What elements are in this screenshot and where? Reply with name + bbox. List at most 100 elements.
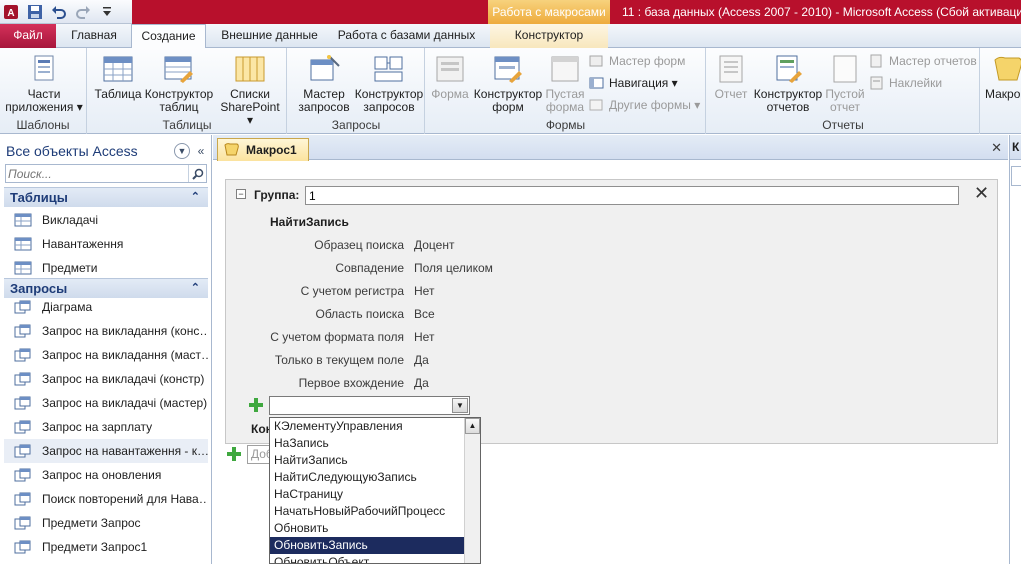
application-parts-button[interactable]: Части приложения ▾ <box>4 54 84 114</box>
navigation-button[interactable]: Навигация ▾ <box>589 73 678 93</box>
nav-item-table[interactable]: Предмети <box>4 256 208 280</box>
tab-macro-designer[interactable]: Конструктор <box>490 24 608 48</box>
table-button[interactable]: Таблица <box>94 54 142 101</box>
collapse-section-icon[interactable]: ⌃ <box>191 188 200 207</box>
macro-button[interactable]: Макро <box>985 54 1021 101</box>
nav-item-label: Запрос на викладачі (мастер) <box>42 396 208 410</box>
nav-item-label: Запрос на навантаження - к… <box>42 444 208 458</box>
tab-macro1-label: Макрос1 <box>246 143 297 157</box>
blank-form-button[interactable]: Пустая форма <box>544 54 586 114</box>
table-design-button[interactable]: Конструктор таблиц <box>144 54 214 114</box>
labels-button[interactable]: Наклейки <box>869 73 942 93</box>
nav-title[interactable]: Все объекты Access <box>4 143 174 159</box>
table-label: Таблица <box>94 87 142 101</box>
tab-external-data[interactable]: Внешние данные <box>212 24 327 48</box>
report-wizard-button[interactable]: Мастер отчетов <box>869 51 977 71</box>
argument-value[interactable]: Все <box>414 307 435 321</box>
report-label: Отчет <box>714 87 748 101</box>
nav-item-query[interactable]: Поиск повторений для Нава… <box>4 487 208 511</box>
report-button[interactable]: Отчет <box>711 54 751 101</box>
save-icon[interactable] <box>26 3 44 21</box>
form-button[interactable]: Форма <box>430 54 470 101</box>
nav-menu-chevron-icon[interactable]: ▼ <box>174 143 190 159</box>
nav-item-query[interactable]: Предмети Запрос <box>4 511 208 535</box>
nav-item-query[interactable]: Запрос на викладання (конс… <box>4 319 208 343</box>
argument-value[interactable]: Да <box>414 376 429 390</box>
dropdown-option[interactable]: НачатьНовыйРабочийПроцесс <box>270 503 465 520</box>
chevron-down-icon[interactable]: ▼ <box>452 398 468 413</box>
nav-item-query[interactable]: Запрос на навантаження - к… <box>4 439 208 463</box>
form-design-icon <box>491 54 525 84</box>
action-catalog-search-input[interactable] <box>1011 166 1021 186</box>
macro-group-block: − Группа: ✕ НайтиЗапись ▼ Кон Образец по… <box>225 179 998 444</box>
dropdown-scrollbar[interactable]: ▲ <box>464 418 480 563</box>
argument-value[interactable]: Нет <box>414 330 434 344</box>
nav-item-query[interactable]: Запрос на оновления <box>4 463 208 487</box>
nav-item-query[interactable]: Запрос на зарплату <box>4 415 208 439</box>
nav-item-label: Запрос на зарплату <box>42 420 153 434</box>
report-design-label-2: отчетов <box>766 100 810 114</box>
close-document-icon[interactable]: ✕ <box>991 140 1002 156</box>
dropdown-option[interactable]: НайтиЗапись <box>270 452 465 469</box>
action-dropdown-list[interactable]: КЭлементуУправления НаЗапись НайтиЗапись На… <box>269 417 481 564</box>
query-icon <box>14 372 32 386</box>
nav-search-input[interactable] <box>6 165 188 182</box>
ribbon-group-macros: Макро <box>981 48 1021 134</box>
scroll-up-icon[interactable]: ▲ <box>465 418 480 434</box>
argument-value[interactable]: Да <box>414 353 429 367</box>
form-design-button[interactable]: Конструктор форм <box>472 54 544 114</box>
dropdown-option[interactable]: НайтиСледующуюЗапись <box>270 469 465 486</box>
collapse-group-icon[interactable]: − <box>236 189 246 199</box>
query-wizard-button[interactable]: Мастер запросов <box>294 54 354 114</box>
tab-create[interactable]: Создание <box>131 24 206 49</box>
blank-form-label-2: форма <box>545 100 585 114</box>
dropdown-option[interactable]: ОбновитьЗапись <box>270 537 465 554</box>
navigation-icon <box>589 76 605 90</box>
form-label: Форма <box>431 87 469 101</box>
nav-item-query[interactable]: Предмети Запрос1 <box>4 535 208 559</box>
nav-section-tables[interactable]: Таблицы ⌃ <box>4 187 208 207</box>
more-forms-button[interactable]: Другие формы ▾ <box>589 95 700 115</box>
add-new-action-plus-icon <box>227 447 241 464</box>
sharepoint-lists-button[interactable]: Списки SharePoint ▾ <box>216 54 284 127</box>
dropdown-option[interactable]: НаЗапись <box>270 435 465 452</box>
customize-qat-icon[interactable] <box>98 3 116 21</box>
argument-value[interactable]: Поля целиком <box>414 261 493 275</box>
nav-collapse-icon[interactable]: « <box>194 144 208 158</box>
undo-icon[interactable] <box>50 3 68 21</box>
argument-value[interactable]: Доцент <box>414 238 454 252</box>
report-design-button[interactable]: Конструктор отчетов <box>753 54 823 114</box>
table-icon <box>101 54 135 84</box>
nav-item-table[interactable]: Навантаження <box>4 232 208 256</box>
nav-item-label: Діаграма <box>42 300 93 314</box>
ribbon-group-queries: Мастер запросов Конструктор запросов Зап… <box>288 48 425 134</box>
query-icon <box>14 540 32 554</box>
nav-item-query[interactable]: Діаграма <box>4 295 208 319</box>
tab-database-tools[interactable]: Работа с базами данных <box>333 24 480 48</box>
nav-item-query[interactable]: Запрос на викладання (маст… <box>4 343 208 367</box>
argument-value[interactable]: Нет <box>414 284 434 298</box>
tab-file[interactable]: Файл <box>0 24 56 48</box>
access-logo-icon[interactable]: A <box>2 3 20 21</box>
action-catalog-pane: К <box>1009 135 1021 564</box>
tab-macro1[interactable]: Макрос1 <box>217 138 309 161</box>
redo-icon[interactable] <box>74 3 92 21</box>
blank-report-button[interactable]: Пустой отчет <box>823 54 867 114</box>
nav-header[interactable]: Все объекты Access ▼ « <box>4 140 208 162</box>
dropdown-option[interactable]: Обновить <box>270 520 465 537</box>
nav-item-query[interactable]: Запрос на викладачі (мастер) <box>4 391 208 415</box>
nav-item-query[interactable]: Запрос на викладачі (констр) <box>4 367 208 391</box>
form-wizard-button[interactable]: Мастер форм <box>589 51 685 71</box>
ribbon-group-reports: Отчет Конструктор отчетов Пустой отчет М… <box>707 48 980 134</box>
tab-home[interactable]: Главная <box>62 24 126 48</box>
dropdown-option[interactable]: ОбновитьОбъект <box>270 554 465 563</box>
add-action-combobox[interactable]: ▼ <box>269 396 470 415</box>
group-name-field[interactable] <box>305 186 959 205</box>
dropdown-option[interactable]: КЭлементуУправления <box>270 418 465 435</box>
nav-item-table[interactable]: Викладачі <box>4 208 208 232</box>
query-icon <box>14 468 32 482</box>
query-design-button[interactable]: Конструктор запросов <box>354 54 424 114</box>
search-icon[interactable] <box>188 165 206 182</box>
delete-group-icon[interactable]: ✕ <box>974 183 989 204</box>
dropdown-option[interactable]: НаСтраницу <box>270 486 465 503</box>
